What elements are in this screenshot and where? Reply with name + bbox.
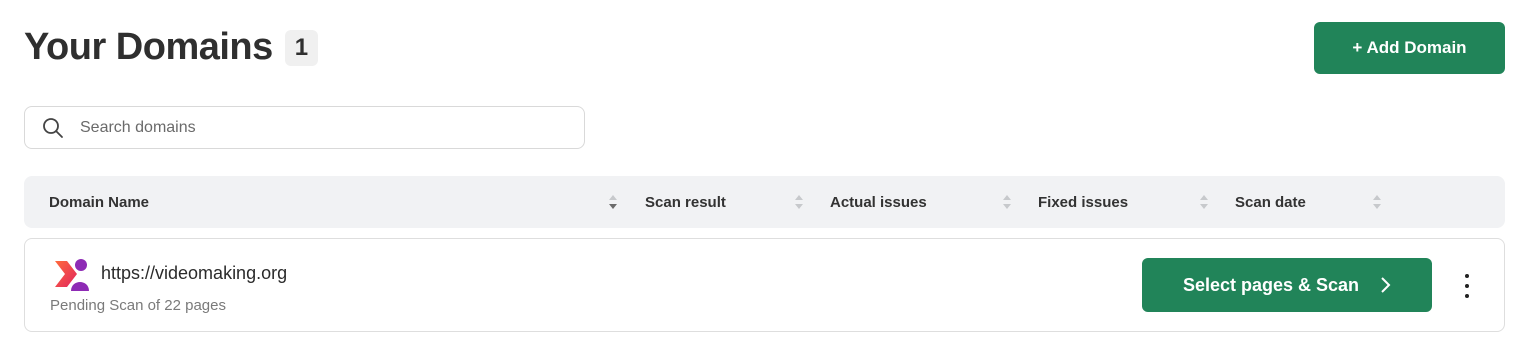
select-pages-scan-button[interactable]: Select pages & Scan [1142,258,1432,312]
column-header-domain-name[interactable]: Domain Name [49,176,149,228]
sort-icon[interactable] [1200,193,1208,211]
site-logo [55,259,89,291]
table-row[interactable]: https://videomaking.org Pending Scan of … [24,238,1505,332]
column-header-scan-result[interactable]: Scan result [645,176,726,228]
scan-button-label: Select pages & Scan [1182,274,1360,295]
sort-icon[interactable] [609,193,617,211]
sort-icon[interactable] [1373,193,1381,211]
column-header-actual-issues[interactable]: Actual issues [830,176,927,228]
scan-status: Pending Scan of 22 pages [50,297,226,314]
column-header-fixed-issues[interactable]: Fixed issues [1038,176,1128,228]
search-box[interactable] [24,106,585,149]
more-vertical-icon[interactable] [1457,274,1477,298]
page-title: Your Domains [24,26,273,68]
domain-url[interactable]: https://videomaking.org [101,263,287,284]
table-header: Domain Name Scan result Actual issues Fi… [24,176,1505,228]
add-domain-button[interactable]: + Add Domain [1314,22,1505,74]
sort-icon[interactable] [795,193,803,211]
chevron-right-icon [1381,277,1391,293]
search-icon [43,117,63,138]
sort-icon[interactable] [1003,193,1011,211]
search-input[interactable] [78,117,562,138]
domain-count-badge: 1 [284,29,319,66]
column-header-scan-date[interactable]: Scan date [1235,176,1306,228]
title-row: Your Domains 1 [24,26,319,69]
